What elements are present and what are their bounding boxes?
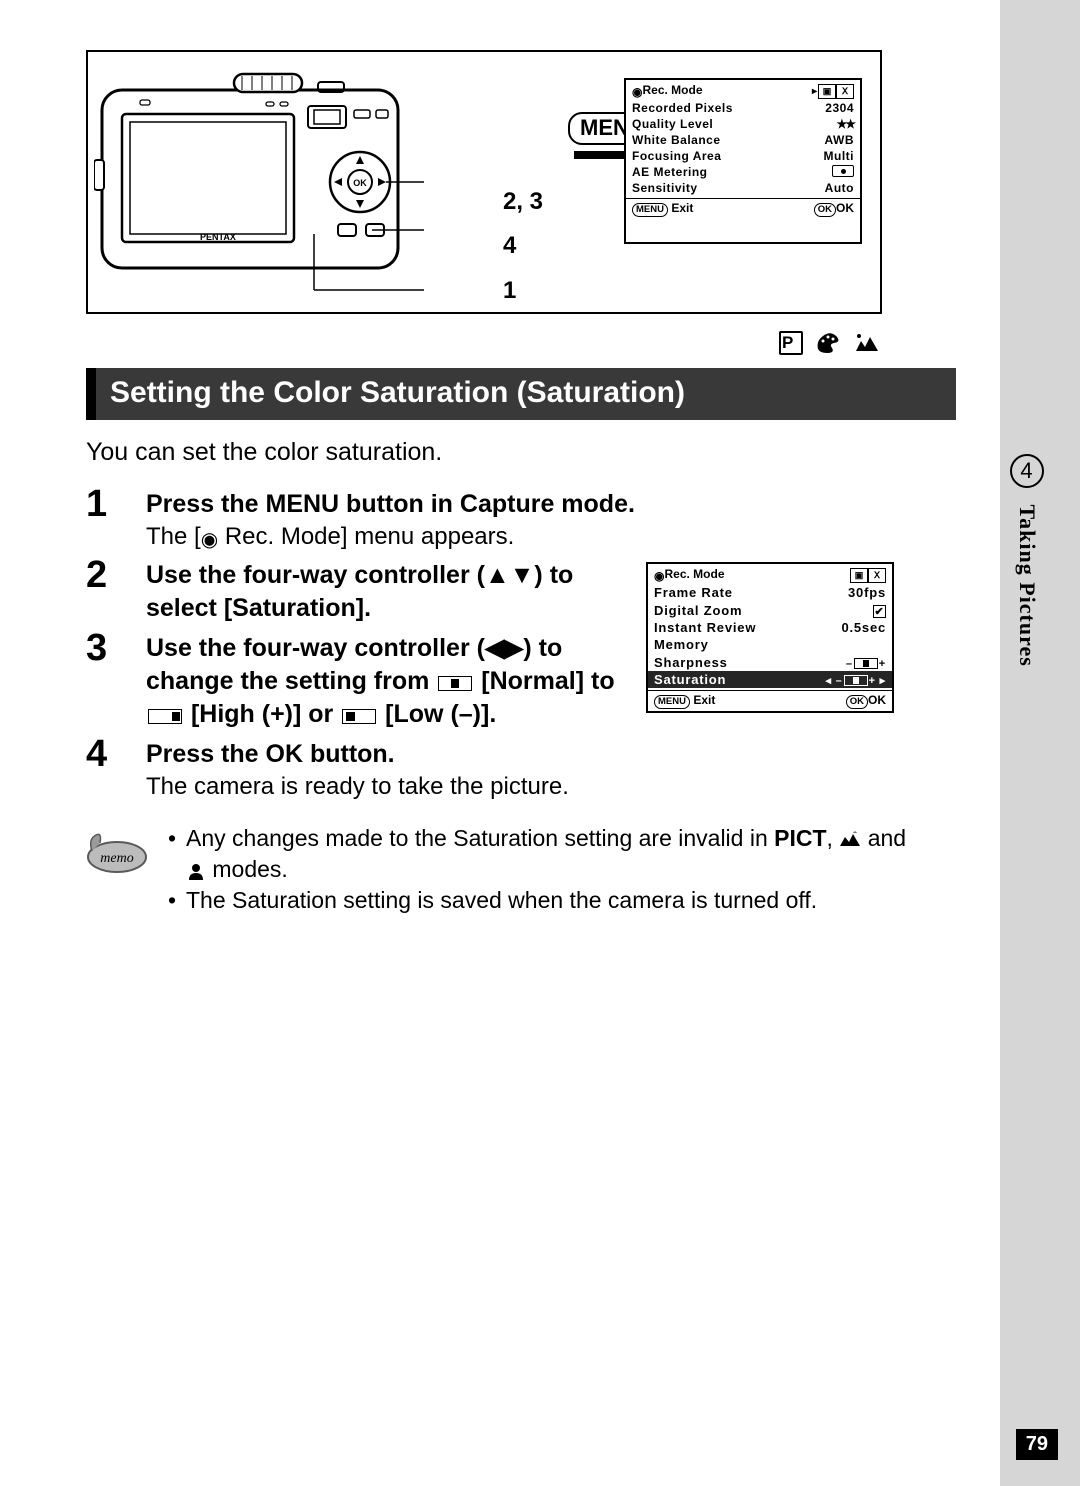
callout-1: 1 — [503, 269, 543, 313]
ok-chip: OK — [846, 695, 868, 709]
setup-tab-icon: Ⅹ — [868, 568, 886, 583]
level-high-icon — [148, 709, 182, 724]
step-title: Use the four-way controller (◀▶) to chan… — [146, 632, 628, 731]
saturation-slider-icon: ◂ –+ ▸ — [825, 674, 886, 687]
multi-metering-icon — [832, 165, 854, 177]
menu-row: Instant Review0.5sec — [654, 619, 886, 636]
svg-text:PENTAX: PENTAX — [200, 232, 236, 242]
section-tab-sidebar — [1000, 0, 1080, 1486]
ok-chip: OK — [814, 203, 836, 217]
diagram-step-callouts: 2, 3 4 1 — [503, 180, 543, 313]
setup-tab-icon: Ⅹ — [836, 84, 854, 99]
lcd-menu-rec-mode-side: ◉Rec. Mode ▣ Ⅹ Frame Rate30fps Digital Z… — [646, 562, 894, 713]
lcd-title: Rec. Mode — [642, 83, 702, 97]
memo-block: memo Any changes made to the Saturation … — [86, 823, 956, 916]
night-scene-mode-icon — [854, 331, 880, 355]
menu-row: Digital Zoom✔ — [654, 601, 886, 618]
menu-row: Focusing AreaMulti — [632, 148, 854, 164]
step-number: 4 — [86, 735, 116, 801]
menu-chip: MENU — [654, 695, 690, 709]
page: OK PENTAX MENU — [0, 0, 1080, 1486]
camera-back-illustration: OK PENTAX — [94, 62, 424, 302]
night-portrait-mode-icon — [186, 862, 206, 880]
camera-icon: ◉ — [654, 569, 664, 583]
step-number: 1 — [86, 485, 116, 552]
applicable-mode-icons: P — [86, 328, 880, 356]
sharpness-slider-icon: –+ — [846, 658, 886, 670]
level-low-icon — [342, 709, 376, 724]
callout-2-3: 2, 3 — [503, 180, 543, 224]
playback-tab-icon: ▣ — [850, 568, 868, 583]
svg-text:OK: OK — [353, 178, 367, 188]
level-normal-icon — [438, 676, 472, 691]
step-description: The camera is ready to take the picture. — [146, 773, 956, 801]
pict-mode-label: PICT — [774, 825, 826, 851]
menu-row: Memory — [654, 636, 886, 653]
content-area: OK PENTAX MENU — [86, 50, 956, 916]
step-2: 2 Use the four-way controller (▲▼) to se… — [86, 556, 628, 625]
menu-chip: MENU — [632, 203, 668, 217]
step-title: Press the MENU button in Capture mode. — [146, 488, 956, 521]
step-number: 3 — [86, 629, 116, 731]
memo-item: The Saturation setting is saved when the… — [168, 885, 906, 916]
step-3: 3 Use the four-way controller (◀▶) to ch… — [86, 629, 628, 731]
program-mode-icon: P — [779, 331, 803, 355]
svg-text:memo: memo — [100, 851, 133, 866]
chapter-number-circle: 4 — [1010, 454, 1044, 488]
palette-mode-icon — [815, 331, 841, 355]
page-number: 79 — [1016, 1429, 1058, 1460]
chapter-tab: 4 Taking Pictures — [1010, 454, 1044, 667]
lcd-menu-rec-mode-top: ◉Rec. Mode ▸ ▣ Ⅹ Recorded Pixels2304 Qua… — [624, 78, 862, 244]
memo-item: Any changes made to the Saturation setti… — [168, 823, 906, 885]
menu-row: Frame Rate30fps — [654, 584, 886, 601]
menu-row: AE Metering — [632, 164, 854, 180]
step-title: Use the four-way controller (▲▼) to sele… — [146, 559, 628, 625]
menu-row: Quality Level★★ — [632, 116, 854, 132]
callout-4: 4 — [503, 224, 543, 268]
menu-row-highlighted: Saturation◂ –+ ▸ — [648, 671, 892, 688]
section-heading: Setting the Color Saturation (Saturation… — [86, 368, 956, 420]
camera-icon: ◉ — [201, 529, 218, 551]
menu-row: SensitivityAuto — [632, 180, 854, 196]
memo-badge-icon: memo — [86, 823, 150, 916]
step-4: 4 Press the OK button. The camera is rea… — [86, 735, 956, 801]
camera-icon: ◉ — [632, 85, 642, 99]
playback-tab-icon: ▣ — [818, 84, 836, 99]
menu-row: Recorded Pixels2304 — [632, 100, 854, 116]
menu-row: White BalanceAWB — [632, 132, 854, 148]
intro-text: You can set the color saturation. — [86, 438, 956, 467]
checkbox-on-icon: ✔ — [873, 605, 886, 618]
menu-row: Sharpness–+ — [654, 654, 886, 671]
lcd-title: Rec. Mode — [664, 567, 724, 581]
step-1: 1 Press the MENU button in Capture mode.… — [86, 485, 956, 552]
memo-list: Any changes made to the Saturation setti… — [168, 823, 906, 916]
landscape-mode-icon — [839, 830, 861, 848]
step-number: 2 — [86, 556, 116, 625]
diagram-box: OK PENTAX MENU — [86, 50, 882, 314]
instruction-steps: 1 Press the MENU button in Capture mode.… — [86, 485, 956, 801]
step-title: Press the OK button. — [146, 738, 956, 771]
step-description: The [◉ Rec. Mode] menu appears. — [146, 523, 956, 552]
chapter-title: Taking Pictures — [1015, 505, 1040, 667]
